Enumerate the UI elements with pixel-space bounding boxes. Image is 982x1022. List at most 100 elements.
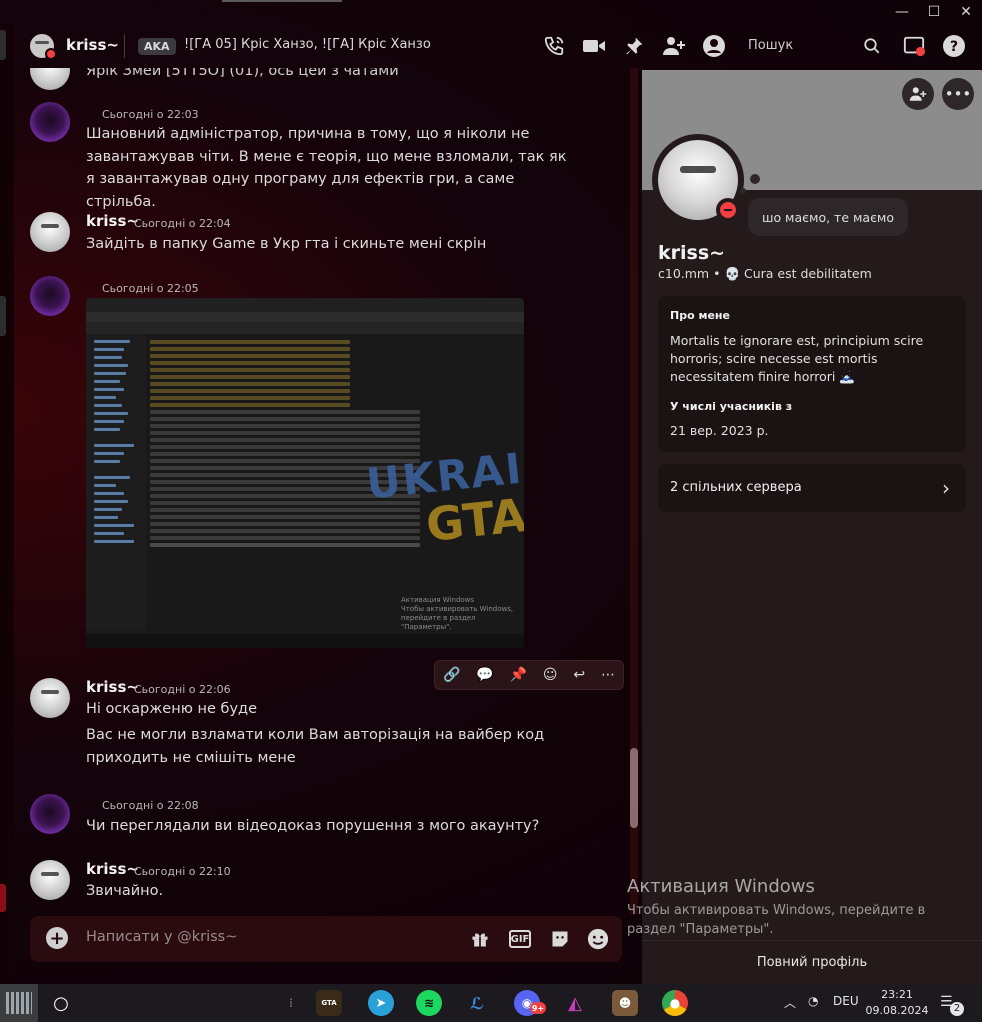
- search-input[interactable]: Пошук: [748, 38, 793, 53]
- message-timestamp: Сьогодні о 22:04: [134, 217, 231, 230]
- server-indicator[interactable]: [0, 296, 6, 336]
- video-call-icon[interactable]: [582, 34, 606, 58]
- reply-icon[interactable]: ↩: [573, 667, 585, 683]
- pin-icon[interactable]: 📌: [510, 667, 527, 683]
- avatar[interactable]: [30, 102, 70, 142]
- explorer-sidebar: [86, 334, 146, 630]
- message-timestamp: Сьогодні о 22:05: [102, 282, 199, 295]
- dnd-status-icon: [45, 48, 57, 60]
- keyboard-language[interactable]: DEU: [833, 994, 859, 1008]
- game-character-icon[interactable]: ☻: [612, 990, 638, 1016]
- mutual-servers-label: 2 спільних сервера: [670, 480, 802, 495]
- minimize-button[interactable]: —: [886, 0, 918, 24]
- full-profile-button[interactable]: Повний профіль: [642, 940, 982, 984]
- avatar[interactable]: [30, 68, 70, 90]
- more-icon[interactable]: ⋯: [601, 667, 615, 683]
- message-timestamp: Сьогодні о 22:03: [102, 108, 199, 121]
- more-options-icon[interactable]: •••: [942, 78, 974, 110]
- tray-chevron-icon[interactable]: ︿: [784, 994, 796, 1011]
- svg-text:?: ?: [950, 39, 958, 55]
- activation-title: Активация Windows: [627, 876, 815, 897]
- avatar[interactable]: [30, 276, 70, 316]
- profile-avatar[interactable]: [652, 134, 744, 226]
- message-list: Ярік Змей [5ТТ5О] (01), ось цей з чатами…: [14, 68, 638, 914]
- emoji-icon[interactable]: [586, 927, 610, 951]
- avatar[interactable]: [30, 678, 70, 718]
- window-controls: — ☐ ✕: [886, 0, 982, 24]
- message-text: Шановний адміністратор, причина в тому, …: [86, 126, 567, 210]
- voice-call-icon[interactable]: [542, 34, 566, 58]
- message-timestamp: Сьогодні о 22:10: [134, 865, 231, 878]
- status-bubble-dot: [740, 188, 746, 194]
- message-username[interactable]: kriss~: [86, 678, 139, 696]
- window-top-indicator: [222, 0, 342, 2]
- chrome-icon[interactable]: ●: [662, 990, 688, 1016]
- add-friends-icon[interactable]: [662, 34, 686, 58]
- screenshot-activation-watermark: Активация Windows Чтобы активировать Win…: [401, 596, 521, 632]
- profile-custom-status: 💀 Cura est debilitatem: [724, 266, 872, 281]
- avatar[interactable]: [30, 860, 70, 900]
- maximize-button[interactable]: ☐: [918, 0, 950, 24]
- inbox-icon[interactable]: [902, 34, 926, 58]
- windows-activation-watermark: Активация Windows Чтобы активировать Win…: [627, 876, 947, 939]
- launcher-app-icon[interactable]: ℒ: [464, 990, 490, 1016]
- message-text: Ні оскарженю не буде: [86, 701, 257, 717]
- attach-plus-icon[interactable]: +: [46, 927, 68, 949]
- pin-icon[interactable]: [622, 34, 646, 58]
- message-username[interactable]: kriss~: [86, 212, 139, 230]
- arc-app-icon[interactable]: ◭: [562, 990, 588, 1016]
- message-timestamp: Сьогодні о 22:08: [102, 799, 199, 812]
- gif-button[interactable]: GIF: [509, 930, 531, 948]
- message-action-bar: 🔗 💬 📌 ☺ ↩ ⋯: [434, 660, 624, 690]
- message-text: Вас не могли взламати коли Вам авторізац…: [86, 727, 545, 766]
- notification-count: 2: [950, 1002, 964, 1016]
- spotify-icon[interactable]: ≋: [416, 990, 442, 1016]
- add-friend-icon[interactable]: [902, 78, 934, 110]
- status-bubble-dot: [750, 174, 760, 184]
- thread-icon[interactable]: 💬: [476, 667, 493, 683]
- chat-scrollbar[interactable]: [630, 68, 638, 914]
- wifi-icon[interactable]: ◔: [808, 994, 818, 1008]
- avatar[interactable]: [30, 212, 70, 252]
- server-indicator[interactable]: [0, 30, 6, 60]
- activation-subtitle: Чтобы активировать Windows, перейдите в …: [627, 903, 926, 937]
- clock[interactable]: 23:21 09.08.2024: [862, 987, 932, 1019]
- close-button[interactable]: ✕: [950, 0, 982, 24]
- gift-icon[interactable]: [468, 927, 492, 951]
- start-icon[interactable]: [0, 984, 38, 1022]
- explorer-titlebar: [86, 298, 524, 312]
- search-circle-icon[interactable]: ○: [48, 990, 74, 1016]
- screenshot-taskbar: [86, 634, 524, 648]
- message-username[interactable]: kriss~: [86, 860, 139, 878]
- message-text: Ярік Змей [5ТТ5О] (01), ось цей з чатами: [86, 68, 399, 79]
- profile-display-name: kriss~: [658, 242, 726, 264]
- dnd-status-icon: [716, 198, 740, 222]
- message-input[interactable]: Написати у @kriss~: [86, 929, 237, 945]
- user-profile-toggle-icon[interactable]: [702, 34, 726, 58]
- help-icon[interactable]: ?: [942, 34, 966, 58]
- message-timestamp: Сьогодні о 22:06: [134, 683, 231, 696]
- server-indicator[interactable]: [0, 884, 6, 912]
- discord-badge: 9+: [530, 1002, 546, 1014]
- telegram-icon[interactable]: ➤: [368, 990, 394, 1016]
- chevron-right-icon: ›: [942, 476, 950, 500]
- mutual-servers-button[interactable]: 2 спільних сервера ›: [658, 464, 966, 512]
- message-text: Звичайно.: [86, 883, 164, 899]
- profile-username[interactable]: c10.mm: [658, 266, 709, 281]
- avatar[interactable]: [30, 794, 70, 834]
- windows-taskbar: ○ ⁞ GTA ➤ ≋ ℒ ◉ 9+ ◭ ☻ ● ︿ ◔ DEU 23:21 0…: [0, 984, 982, 1022]
- sticker-icon[interactable]: [548, 927, 572, 951]
- explorer-ribbon: [86, 312, 524, 322]
- message-composer: + Написати у @kriss~ GIF: [30, 916, 622, 962]
- copy-link-icon[interactable]: 🔗: [443, 667, 460, 683]
- watermark-subtitle: Чтобы активировать Windows, перейдите в …: [401, 605, 514, 631]
- about-text: Mortalis te ignorare est, principium sci…: [670, 333, 924, 384]
- scrollbar-thumb[interactable]: [630, 748, 638, 828]
- image-attachment[interactable]: UKRAINE GTA Активация Windows Чтобы акти…: [86, 298, 524, 648]
- header-username[interactable]: kriss~: [66, 36, 119, 54]
- add-reaction-icon[interactable]: ☺: [543, 667, 558, 683]
- search-icon[interactable]: [860, 34, 884, 58]
- aka-badge: AKA: [138, 38, 176, 55]
- watermark-title: Активация Windows: [401, 596, 475, 604]
- game-app-icon[interactable]: GTA: [316, 990, 342, 1016]
